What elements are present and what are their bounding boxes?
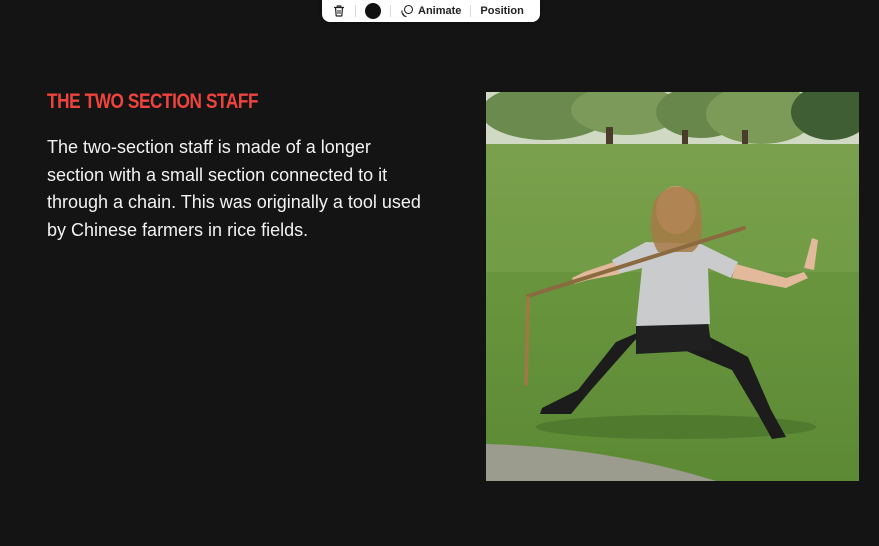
position-button[interactable]: Position [480, 5, 523, 17]
slide-heading[interactable]: THE TWO SECTION STAFF [47, 90, 259, 114]
element-toolbar: Animate Position [322, 0, 540, 22]
slide-photo[interactable] [486, 92, 859, 481]
color-picker-swatch[interactable] [365, 3, 381, 19]
toolbar-divider [470, 5, 472, 17]
toolbar-divider [390, 5, 391, 17]
toolbar-divider [355, 5, 356, 17]
animate-button[interactable]: Animate [400, 4, 461, 18]
animate-icon [401, 4, 414, 18]
position-label: Position [480, 5, 524, 17]
animate-label: Animate [418, 5, 462, 17]
trash-icon[interactable] [332, 4, 346, 18]
slide-body-text[interactable]: The two-section staff is made of a longe… [47, 134, 427, 244]
